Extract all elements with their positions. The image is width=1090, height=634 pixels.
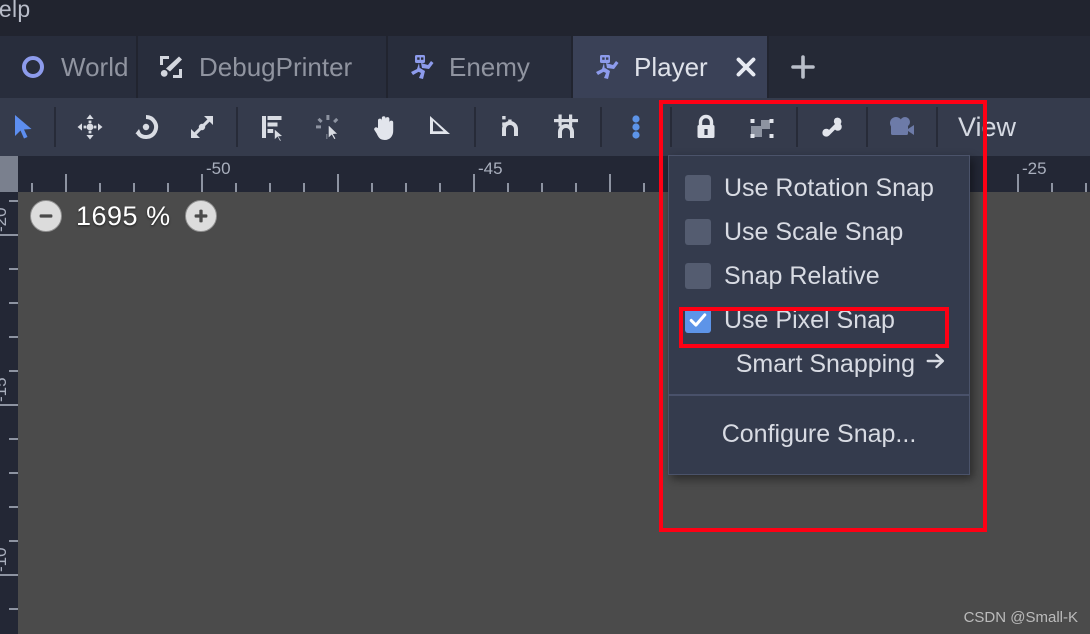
view-menu-button[interactable]: View xyxy=(944,98,1016,156)
menu-item-label: Smart Snapping xyxy=(735,349,915,378)
view-menu-label: View xyxy=(958,111,1017,142)
checkbox-unchecked-icon[interactable] xyxy=(685,175,711,201)
scene-tab-player[interactable]: Player xyxy=(573,36,769,98)
magnet-snap-icon xyxy=(502,116,518,136)
menu-item-use-rotation-snap[interactable]: Use Rotation Snap xyxy=(669,166,969,210)
grid-snap-icon xyxy=(554,114,578,138)
menu-item-snap-relative[interactable]: Snap Relative xyxy=(669,254,969,298)
main-menu-bar: Help xyxy=(0,0,1090,36)
script-brush-icon xyxy=(156,52,186,82)
scene-tab-debugprinter[interactable]: DebugPrinter xyxy=(138,36,388,98)
scene-tab-enemy[interactable]: Enemy xyxy=(388,36,573,98)
cursor-arrow-icon xyxy=(15,115,32,139)
move-mode-button[interactable] xyxy=(62,98,118,156)
scene-tab-world[interactable]: World xyxy=(0,36,138,98)
character-body-2d-icon xyxy=(406,52,436,82)
camera-icon xyxy=(890,117,914,135)
checkbox-checked-icon[interactable] xyxy=(685,307,711,333)
toolbar-separator xyxy=(866,107,868,147)
lock-icon xyxy=(697,114,715,138)
menu-item-label: Snap Relative xyxy=(724,261,880,290)
ruler-label: -15 xyxy=(0,377,10,402)
toolbar-separator xyxy=(670,107,672,147)
rotate-mode-button[interactable] xyxy=(118,98,174,156)
list-select-icon xyxy=(262,116,286,142)
watermark: CSDN @Small-K xyxy=(963,609,1078,626)
ruler-label: -45 xyxy=(478,159,503,178)
ruler-select-button[interactable] xyxy=(300,98,356,156)
minus-icon xyxy=(39,214,53,218)
plus-icon xyxy=(194,209,207,223)
scene-tab-label: Enemy xyxy=(449,51,530,82)
menu-item-smart-snapping[interactable]: Smart Snapping xyxy=(669,342,969,386)
scene-tab-label: DebugPrinter xyxy=(199,51,353,82)
zoom-controls: 1695 % xyxy=(30,200,217,232)
scale-icon xyxy=(191,116,213,138)
zoom-level-value: 1695 % xyxy=(76,200,171,231)
snap-options-button[interactable] xyxy=(608,98,664,156)
menu-item-label: Use Rotation Snap xyxy=(724,173,934,202)
lock-button[interactable] xyxy=(678,98,734,156)
menu-item-configure-snap[interactable]: Configure Snap... xyxy=(669,406,969,462)
zoom-out-button[interactable] xyxy=(30,200,62,232)
menu-item-help[interactable]: Help xyxy=(0,0,31,23)
ruler-corner[interactable] xyxy=(0,156,18,192)
hand-icon xyxy=(374,116,394,140)
rotate-icon xyxy=(135,114,159,139)
select-mode-button[interactable] xyxy=(0,98,48,156)
ruler-icon xyxy=(430,116,450,134)
bone-icon xyxy=(822,117,842,137)
scene-tab-bar: World DebugPrinter Enemy Player xyxy=(0,36,1090,98)
menu-item-use-scale-snap[interactable]: Use Scale Snap xyxy=(669,210,969,254)
toolbar-separator xyxy=(600,107,602,147)
zoom-in-button[interactable] xyxy=(184,200,217,232)
toolbar-separator xyxy=(54,107,56,147)
scene-tab-label: World xyxy=(61,51,129,82)
toolbar-separator xyxy=(474,107,476,147)
add-scene-tab-button[interactable] xyxy=(775,36,831,98)
toolbar-separator xyxy=(936,107,938,147)
group-nodes-icon xyxy=(750,119,774,138)
ruler-label: -25 xyxy=(1022,159,1047,178)
click-select-icon xyxy=(316,115,341,141)
checkbox-unchecked-icon[interactable] xyxy=(685,263,711,289)
snap-options-menu: Use Rotation Snap Use Scale Snap Snap Re… xyxy=(668,155,970,475)
scale-mode-button[interactable] xyxy=(174,98,230,156)
list-select-button[interactable] xyxy=(244,98,300,156)
toggle-grid-snap-button[interactable] xyxy=(538,98,594,156)
arrow-right-icon xyxy=(925,350,947,379)
toolbar-separator xyxy=(796,107,798,147)
group-button[interactable] xyxy=(734,98,790,156)
plus-icon xyxy=(791,55,815,79)
toggle-smart-snap-button[interactable] xyxy=(482,98,538,156)
three-dots-vertical-icon xyxy=(632,115,640,139)
close-icon[interactable] xyxy=(731,52,761,82)
menu-item-use-pixel-snap[interactable]: Use Pixel Snap xyxy=(669,298,969,342)
toolbar-separator xyxy=(236,107,238,147)
ruler-label: -20 xyxy=(0,207,10,232)
vertical-ruler[interactable]: -20 -15 -10 xyxy=(0,192,18,634)
character-body-2d-icon xyxy=(591,52,621,82)
scene-tab-label: Player xyxy=(634,51,708,82)
menu-item-label: Use Pixel Snap xyxy=(724,305,895,334)
preview-canvas-button[interactable] xyxy=(874,98,930,156)
checkbox-unchecked-icon[interactable] xyxy=(685,219,711,245)
ruler-label: -10 xyxy=(0,547,10,572)
pan-mode-button[interactable] xyxy=(356,98,412,156)
canvas-item-editor-toolbar: View xyxy=(0,98,1090,156)
node2d-circle-icon xyxy=(18,52,48,82)
ruler-label: -50 xyxy=(206,159,231,178)
menu-item-label: Configure Snap... xyxy=(721,419,917,448)
menu-item-label: Use Scale Snap xyxy=(724,217,904,246)
menu-footer-section: Configure Snap... xyxy=(669,396,969,474)
skeleton-options-button[interactable] xyxy=(804,98,860,156)
editor-window: Help World DebugPrinter xyxy=(0,0,1090,634)
move-icon xyxy=(77,114,103,140)
ruler-mode-button[interactable] xyxy=(412,98,468,156)
